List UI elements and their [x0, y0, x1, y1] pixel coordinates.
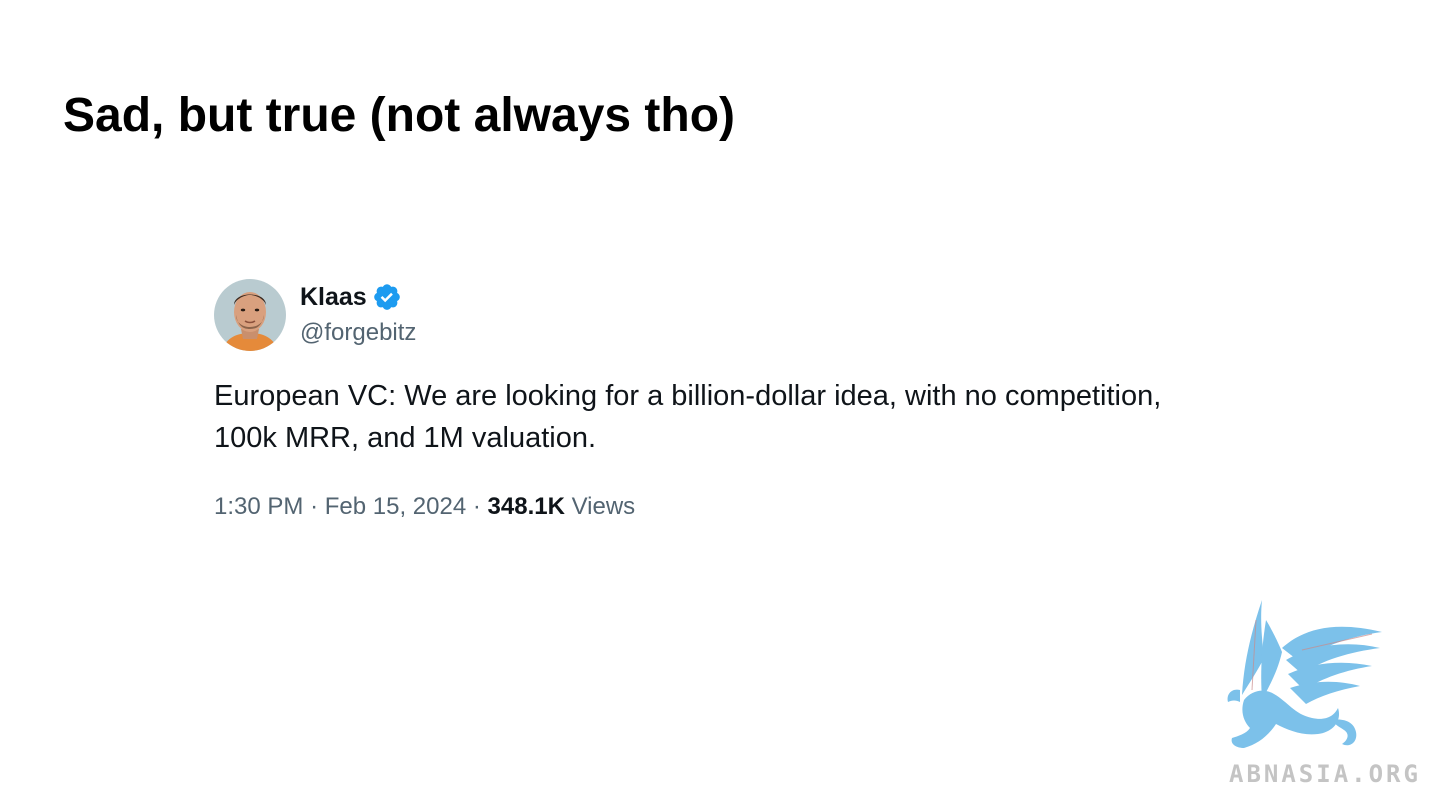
views-count: 348.1K: [487, 493, 565, 520]
tweet-date[interactable]: Feb 15, 2024: [325, 493, 466, 520]
author-handle[interactable]: @forgebitz: [300, 316, 416, 350]
meta-separator: ·: [472, 493, 481, 520]
author-name[interactable]: Klaas: [300, 283, 367, 312]
griffin-logo-icon: [1222, 590, 1422, 760]
tweet-text-line: 100k MRR, and 1M valuation.: [214, 422, 597, 454]
watermark-text: ABNASIA.ORG: [1229, 760, 1421, 788]
slide-title: Sad, but true (not always tho): [63, 89, 736, 142]
tweet-author: Klaas @forgebitz: [300, 278, 416, 350]
tweet-text-line: European VC: We are looking for a billio…: [214, 380, 1162, 412]
author-name-row: Klaas: [300, 278, 416, 316]
tweet-card: Klaas @forgebitz European VC: We are loo…: [212, 278, 1272, 538]
meta-separator: ·: [310, 493, 319, 520]
avatar[interactable]: [214, 279, 286, 351]
tweet-time[interactable]: 1:30 PM: [214, 493, 303, 520]
views-label: Views: [571, 493, 636, 520]
tweet-text: European VC: We are looking for a billio…: [214, 375, 1274, 459]
verified-badge-icon: [372, 282, 402, 312]
tweet-meta: 1:30 PM · Feb 15, 2024 · 348.1K Views: [214, 489, 635, 525]
avatar-portrait-icon: [214, 279, 286, 351]
